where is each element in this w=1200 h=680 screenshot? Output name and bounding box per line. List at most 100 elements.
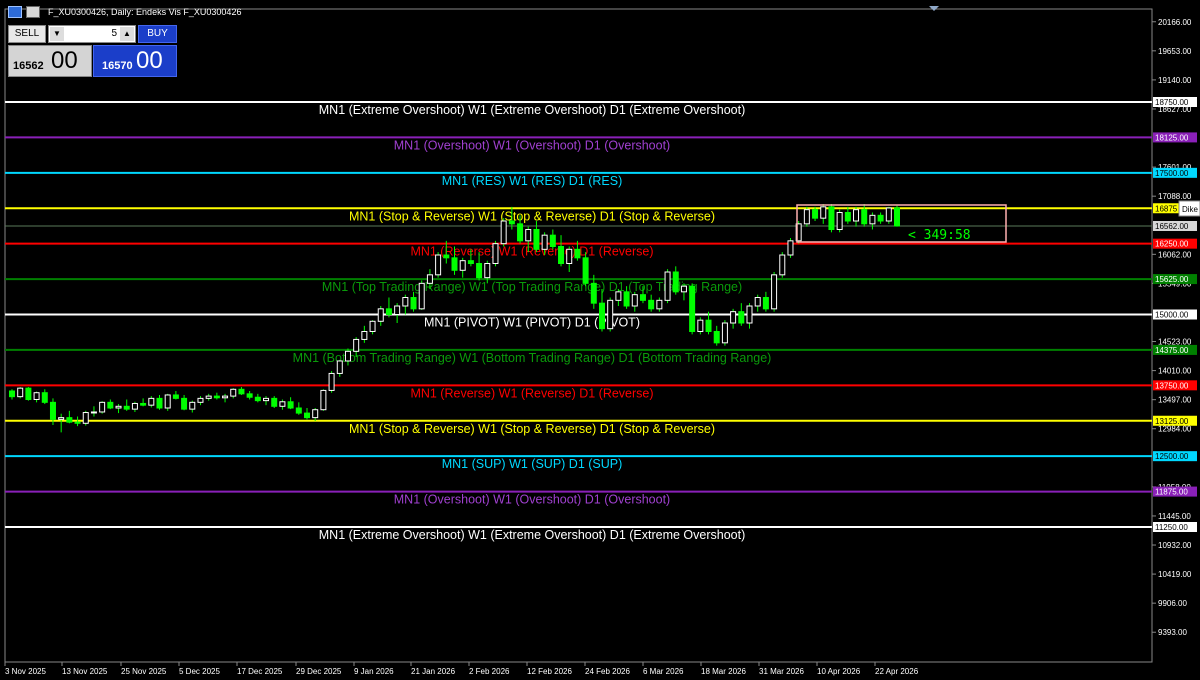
y-tick-label: 13497.00 (1158, 396, 1192, 405)
candle-body (566, 248, 573, 264)
candle-body (230, 388, 237, 397)
y-tick-label: 16062.00 (1158, 250, 1192, 259)
bid-price-button[interactable]: 16562 00 (8, 45, 92, 77)
candle-body (836, 212, 843, 230)
candle-body (828, 206, 835, 230)
candle-body (271, 397, 278, 407)
candle-body (672, 271, 679, 293)
candle-body (820, 206, 827, 219)
candle-body (361, 331, 368, 340)
candle (697, 317, 704, 335)
ask-price-button[interactable]: 16570 00 (93, 45, 177, 77)
candle (328, 371, 335, 393)
candle (320, 389, 327, 411)
candle (418, 280, 425, 310)
candle (25, 387, 32, 401)
candle-body (336, 360, 343, 374)
candle-body (385, 308, 392, 316)
candle-body (574, 248, 581, 259)
candle-body (148, 397, 155, 406)
bid-price-fraction: 00 (51, 47, 78, 74)
candle-body (746, 305, 753, 324)
candle-body (99, 401, 106, 413)
candle-body (853, 209, 860, 222)
candle-body (82, 412, 89, 424)
candle-body (738, 311, 745, 324)
y-tick-label: 17088.00 (1158, 192, 1192, 201)
candle-body (58, 417, 65, 420)
candle-body (426, 274, 433, 284)
candle (271, 396, 278, 408)
candle-body (66, 417, 73, 423)
candle-body (369, 320, 376, 332)
candle-body (877, 214, 884, 222)
tooltip-text: Dike (1182, 205, 1199, 214)
candle-body (517, 223, 524, 242)
level-text: MN1 (Extreme Overshoot) W1 (Extreme Over… (319, 528, 746, 542)
candle-body (590, 282, 597, 304)
candle-body (74, 421, 81, 424)
candle-body (197, 397, 204, 403)
candle-body (156, 397, 163, 409)
candle-body (844, 212, 851, 222)
candle-body (418, 282, 425, 310)
x-tick-label: 29 Dec 2025 (296, 667, 342, 676)
level-text: MN1 (SUP) W1 (SUP) D1 (SUP) (442, 457, 623, 471)
candle (664, 269, 671, 304)
x-tick-label: 10 Apr 2026 (817, 667, 861, 676)
candle-body (689, 285, 696, 332)
candle-body (558, 246, 565, 264)
y-tick-label: 11445.00 (1158, 512, 1191, 521)
candle-body (164, 394, 171, 409)
candle-body (484, 263, 491, 279)
ask-price-main: 16570 (102, 60, 133, 72)
ask-price-fraction: 00 (136, 47, 163, 74)
candle-body (762, 297, 769, 310)
lot-increase-icon[interactable]: ▲ (120, 27, 134, 41)
candle-body (402, 297, 409, 307)
level-text: MN1 (Extreme Overshoot) W1 (Extreme Over… (319, 103, 746, 117)
y-tick-label: 9906.00 (1158, 599, 1187, 608)
candle-body (656, 299, 663, 310)
candle-body (812, 209, 819, 219)
candle-body (869, 214, 876, 225)
candle-body (664, 271, 671, 301)
lot-decrease-icon[interactable]: ▼ (50, 27, 64, 41)
level-price-label: 16875 (1155, 204, 1178, 213)
candle-body (607, 299, 614, 330)
candle-body (320, 389, 327, 411)
candle (689, 283, 696, 335)
candle-body (312, 409, 319, 419)
y-tick-label: 14010.00 (1158, 367, 1192, 376)
y-tick-label: 10419.00 (1158, 570, 1192, 579)
candle-body (467, 260, 474, 264)
level-price-label: 14375.00 (1155, 346, 1189, 355)
candle-body (623, 291, 630, 307)
candle (885, 206, 892, 224)
candle-body (123, 405, 130, 410)
candle-body (771, 274, 778, 310)
candle-body (353, 338, 360, 352)
candle-body (33, 392, 40, 401)
candle-body (304, 412, 310, 419)
sell-button[interactable]: SELL (8, 25, 46, 43)
buy-button[interactable]: BUY (138, 25, 177, 43)
candle-body (648, 299, 655, 310)
candle-body (140, 402, 147, 406)
candle (828, 204, 835, 233)
candle-body (172, 394, 179, 399)
candle-body (680, 285, 687, 293)
candle-body (181, 397, 188, 410)
candle-body (451, 257, 458, 271)
candle (721, 320, 728, 346)
x-tick-label: 9 Jan 2026 (354, 667, 394, 676)
price-axis: 20166.0019653.0019140.0018627.0017601.00… (1152, 18, 1197, 637)
candle-body (549, 234, 556, 248)
y-tick-label: 10932.00 (1158, 541, 1192, 550)
candle (607, 297, 614, 332)
level-price-label: 13125.00 (1155, 417, 1189, 426)
candle (787, 238, 794, 258)
level-price-label: 13750.00 (1155, 381, 1189, 390)
x-tick-label: 13 Nov 2025 (62, 667, 108, 676)
price-chart[interactable]: MN1 (Extreme Overshoot) W1 (Extreme Over… (0, 0, 1200, 680)
